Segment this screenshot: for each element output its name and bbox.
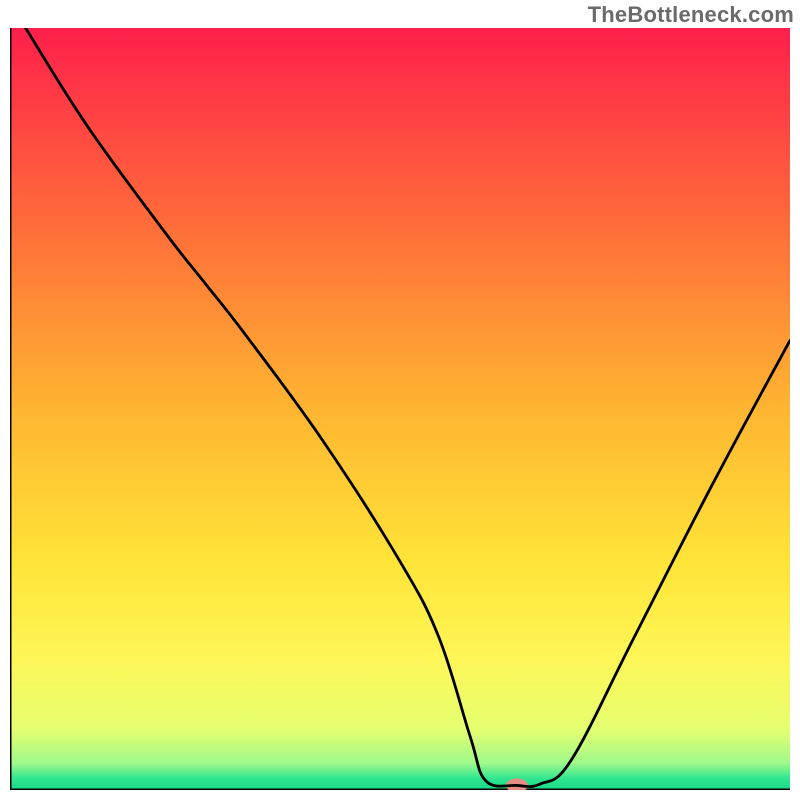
chart-svg [10,28,790,790]
chart-frame: TheBottleneck.com [0,0,800,800]
watermark-text: TheBottleneck.com [588,2,794,28]
chart-background [10,28,790,790]
chart-plot [10,28,790,790]
